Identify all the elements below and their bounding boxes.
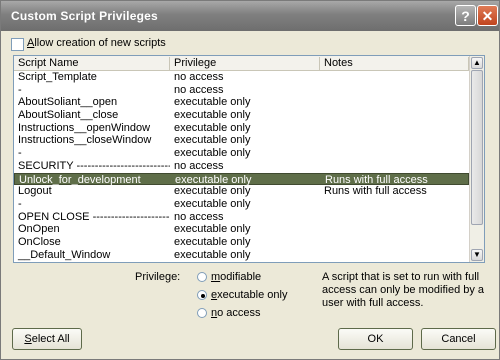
table-row[interactable]: - no access (14, 84, 469, 97)
table-row[interactable]: Instructions__closeWindow executable only (14, 134, 469, 147)
window-title: Custom Script Privileges (11, 9, 158, 23)
close-button[interactable]: ✕ (477, 5, 498, 26)
column-header-notes[interactable]: Notes (320, 57, 469, 70)
table-row[interactable]: OnOpen executable only (14, 223, 469, 236)
select-all-button[interactable]: Select All (12, 328, 82, 350)
title-bar[interactable]: Custom Script Privileges ? ✕ (1, 1, 499, 31)
scroll-down-arrow-icon[interactable]: ▼ (471, 249, 483, 261)
privilege-cell: no access (174, 159, 224, 172)
script-name-cell: - (18, 147, 22, 160)
script-name-cell: OnOpen (18, 223, 60, 236)
list-header: Script Name Privilege Notes (14, 56, 469, 71)
table-row[interactable]: AboutSoliant__open executable only (14, 96, 469, 109)
table-row[interactable]: Script_Template no access (14, 71, 469, 84)
script-name-cell: Instructions__closeWindow (18, 134, 152, 147)
help-button[interactable]: ? (455, 5, 476, 26)
radio-selected-dot-icon (201, 294, 205, 298)
privilege-cell: no access (174, 83, 224, 96)
table-row[interactable]: - executable only (14, 147, 469, 160)
privilege-label: Privilege: (135, 271, 181, 283)
radio-modifiable-label: modifiable (211, 271, 262, 283)
privilege-cell: executable only (174, 121, 251, 134)
table-row[interactable]: SECURITY ----------------------------- no… (14, 160, 469, 173)
script-name-cell: Script_Template (18, 71, 97, 83)
table-row[interactable]: OnClose executable only (14, 236, 469, 249)
privilege-cell: executable only (174, 248, 251, 261)
script-name-cell: - (18, 197, 22, 210)
privilege-cell: executable only (174, 109, 251, 122)
column-header-script-name[interactable]: Script Name (14, 57, 170, 70)
privilege-cell: executable only (174, 134, 251, 147)
table-row[interactable]: OPEN CLOSE ----------------------- no acc… (14, 211, 469, 224)
script-name-cell: - (18, 83, 22, 96)
privilege-cell: no access (174, 71, 224, 83)
privilege-note: A script that is set to run with full ac… (322, 271, 485, 309)
notes-cell: Runs with full access (324, 185, 427, 198)
vertical-scrollbar[interactable]: ▲ ▼ (469, 56, 484, 262)
allow-new-scripts-label: Allow creation of new scripts (27, 37, 166, 49)
script-name-cell: SECURITY ----------------------------- (18, 159, 170, 172)
privilege-cell: executable only (174, 235, 251, 248)
cancel-button[interactable]: Cancel (421, 328, 496, 350)
table-row[interactable]: Logout executable only Runs with full acce… (14, 185, 469, 198)
table-row[interactable]: Instructions__openWindow executable only (14, 122, 469, 135)
script-name-cell: Logout (18, 185, 52, 198)
dialog-window: Custom Script Privileges ? ✕ Allow creat… (0, 0, 500, 360)
scroll-up-arrow-icon[interactable]: ▲ (471, 57, 483, 69)
table-row[interactable]: - executable only (14, 198, 469, 211)
radio-circle-icon[interactable] (197, 290, 207, 300)
ok-button[interactable]: OK (338, 328, 413, 350)
privilege-cell: executable only (174, 147, 251, 160)
script-name-cell: OPEN CLOSE ----------------------- (18, 210, 170, 223)
script-name-cell: AboutSoliant__close (18, 109, 119, 122)
column-header-privilege[interactable]: Privilege (170, 57, 320, 70)
list-rows: Script_Template no access - no access AboutS… (14, 71, 469, 261)
privilege-cell: executable only (174, 197, 251, 210)
script-name-cell: Instructions__openWindow (18, 121, 151, 134)
script-name-cell: OnClose (18, 235, 61, 248)
privilege-cell: no access (174, 210, 224, 223)
table-row[interactable]: __Default_Window executable only (14, 249, 469, 262)
radio-circle-icon[interactable] (197, 272, 207, 282)
script-name-cell: __Default_Window (18, 248, 111, 261)
privilege-cell: executable only (174, 185, 251, 198)
radio-no-access-label: no access (211, 307, 261, 319)
script-list[interactable]: Script Name Privilege Notes Script_Templ… (13, 55, 485, 263)
script-name-cell: AboutSoliant__open (18, 96, 118, 109)
privilege-cell: executable only (174, 223, 251, 236)
scrollbar-thumb[interactable] (471, 70, 483, 225)
radio-executable-only-label: executable only (211, 289, 288, 301)
allow-new-scripts-checkbox[interactable] (11, 38, 24, 51)
table-row[interactable]: AboutSoliant__close executable only (14, 109, 469, 122)
privilege-cell: executable only (174, 96, 251, 109)
table-row[interactable]: Unlock_for_development executable only Run… (14, 172, 469, 186)
radio-circle-icon[interactable] (197, 308, 207, 318)
